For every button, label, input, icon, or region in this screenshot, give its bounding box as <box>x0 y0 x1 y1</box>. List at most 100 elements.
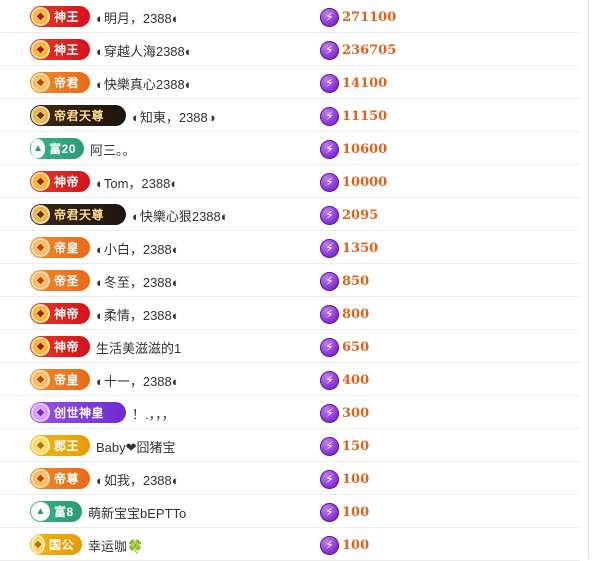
badge-label: 郡王 <box>54 439 80 453</box>
medal-icon: ▲ <box>31 139 46 158</box>
lightning-icon: ⚡ <box>320 172 339 192</box>
score: ⚡ 100 <box>320 534 369 556</box>
user-name[interactable]: 幸运咖🍀 <box>88 536 143 555</box>
list-item[interactable]: ◆ 神帝 ◐柔情，2388◐ ⚡ 800 <box>0 297 580 330</box>
list-item[interactable]: ◆ 国公 幸运咖🍀 ⚡ 100 <box>0 528 580 561</box>
level-badge: ◆ 帝君天尊 <box>30 204 126 225</box>
user-name[interactable]: ◐Tom，2388◐ <box>96 173 178 192</box>
score-value: 850 <box>342 273 370 289</box>
list-item[interactable]: ◆ 帝君 ◐快樂真心2388◐ ⚡ 14100 <box>0 66 580 99</box>
level-badge: ▲ 富8 <box>30 501 82 522</box>
list-item[interactable]: ◆ 神帝 生活美滋滋的1 ⚡ 650 <box>0 330 580 363</box>
user-name[interactable]: ◐柔情，2388◐ <box>96 305 180 324</box>
list-item[interactable]: ◆ 神王 ◐穿越人海2388◐ ⚡ 236705 <box>0 33 580 66</box>
score-value: 100 <box>342 504 370 520</box>
lightning-icon: ⚡ <box>320 7 339 27</box>
user-name[interactable]: ◐十一，2388◐ <box>96 371 180 390</box>
medal-icon: ◆ <box>31 205 50 224</box>
badge-label: 帝尊 <box>54 472 80 486</box>
score-value: 650 <box>342 339 370 355</box>
list-item[interactable]: ◆ 帝圣 ◐冬至，2388◐ ⚡ 850 <box>0 264 580 297</box>
user-name[interactable]: Baby❤囧猪宝 <box>96 437 176 456</box>
score: ⚡ 11150 <box>320 105 387 127</box>
level-badge: ▲ 富20 <box>30 138 84 159</box>
medal-icon: ◆ <box>31 403 50 422</box>
user-name[interactable]: ◐冬至，2388◐ <box>96 272 180 291</box>
list-item[interactable]: ◆ 郡王 Baby❤囧猪宝 ⚡ 150 <box>0 429 580 462</box>
user-name[interactable]: 萌新宝宝bEPTTo <box>88 503 186 522</box>
list-item[interactable]: ◆ 帝皇 ◐小白，2388◐ ⚡ 1350 <box>0 231 580 264</box>
list-item[interactable]: ▲ 富8 萌新宝宝bEPTTo ⚡ 100 <box>0 495 580 528</box>
score: ⚡ 650 <box>320 336 369 358</box>
user-name[interactable]: ！.，，， <box>132 404 175 423</box>
user-name[interactable]: ◐穿越人海2388◐ <box>96 41 193 60</box>
lightning-icon: ⚡ <box>320 535 339 555</box>
medal-icon: ◆ <box>31 535 45 554</box>
score-value: 271100 <box>342 9 397 25</box>
score-value: 10000 <box>342 174 388 190</box>
lightning-icon: ⚡ <box>320 139 339 159</box>
score: ⚡ 10600 <box>320 138 387 160</box>
badge-label: 神帝 <box>54 175 80 189</box>
score-value: 10600 <box>342 141 388 157</box>
badge-label: 帝君天尊 <box>54 208 105 222</box>
list-item[interactable]: ◆ 神王 ◐明月，2388◐ ⚡ 271100 <box>0 0 580 33</box>
medal-icon: ◆ <box>31 238 50 257</box>
score-value: 800 <box>342 306 370 322</box>
medal-icon: ◆ <box>31 370 50 389</box>
score: ⚡ 850 <box>320 270 369 292</box>
score: ⚡ 271100 <box>320 6 396 28</box>
lightning-icon: ⚡ <box>320 106 339 126</box>
score-value: 1350 <box>342 240 379 256</box>
level-badge: ◆ 帝皇 <box>30 369 90 390</box>
medal-icon: ◆ <box>31 304 50 323</box>
list-item[interactable]: ◆ 帝君天尊 ◐快樂心狠2388◐ ⚡ 2095 <box>0 198 580 231</box>
list-item[interactable]: ◆ 创世神皇 ！.，，， ⚡ 300 <box>0 396 580 429</box>
score: ⚡ 236705 <box>320 39 396 61</box>
badge-label: 帝君天尊 <box>54 109 105 123</box>
badge-label: 富20 <box>49 142 76 156</box>
list-item[interactable]: ◆ 帝君天尊 ◐知東，2388◑ ⚡ 11150 <box>0 99 580 132</box>
medal-icon: ▲ <box>31 502 50 521</box>
user-name[interactable]: 阿三。。 <box>90 140 136 159</box>
badge-label: 帝皇 <box>54 241 80 255</box>
score: ⚡ 800 <box>320 303 369 325</box>
level-badge: ◆ 帝皇 <box>30 237 90 258</box>
user-name[interactable]: 生活美滋滋的1 <box>96 338 181 357</box>
level-badge: ◆ 帝君 <box>30 72 90 93</box>
list-item[interactable]: ▲ 富20 阿三。。 ⚡ 10600 <box>0 132 580 165</box>
badge-label: 帝圣 <box>54 274 80 288</box>
badge-label: 富8 <box>54 505 74 519</box>
user-name[interactable]: ◐知東，2388◑ <box>132 107 216 126</box>
level-badge: ◆ 创世神皇 <box>30 402 126 423</box>
lightning-icon: ⚡ <box>320 205 339 225</box>
lightning-icon: ⚡ <box>320 370 339 390</box>
divider-line <box>588 0 589 558</box>
badge-label: 神王 <box>54 43 80 57</box>
level-badge: ◆ 郡王 <box>30 435 90 456</box>
medal-icon: ◆ <box>31 73 50 92</box>
ranking-list: ◆ 神王 ◐明月，2388◐ ⚡ 271100 ◆ 神王 ◐穿越人海2388◐ ⚡ 236705 ◆… <box>0 0 596 561</box>
level-badge: ◆ 帝君天尊 <box>30 105 126 126</box>
user-name[interactable]: ◐小白，2388◐ <box>96 239 180 258</box>
lightning-icon: ⚡ <box>320 73 339 93</box>
medal-icon: ◆ <box>31 172 50 191</box>
score-value: 236705 <box>342 42 397 58</box>
user-name[interactable]: ◐快樂心狠2388◐ <box>132 206 229 225</box>
lightning-icon: ⚡ <box>320 271 339 291</box>
user-name[interactable]: ◐如我，2388◐ <box>96 470 180 489</box>
badge-label: 神帝 <box>54 340 80 354</box>
score-value: 11150 <box>342 108 388 124</box>
user-name[interactable]: ◐明月，2388◐ <box>96 8 180 27</box>
score-value: 14100 <box>342 75 388 91</box>
medal-icon: ◆ <box>31 337 50 356</box>
medal-icon: ◆ <box>31 40 50 59</box>
list-item[interactable]: ◆ 帝皇 ◐十一，2388◐ ⚡ 400 <box>0 363 580 396</box>
level-badge: ◆ 帝尊 <box>30 468 90 489</box>
list-item[interactable]: ◆ 帝尊 ◐如我，2388◐ ⚡ 100 <box>0 462 580 495</box>
user-name[interactable]: ◐快樂真心2388◐ <box>96 74 193 93</box>
badge-label: 创世神皇 <box>54 406 105 420</box>
score-value: 2095 <box>342 207 379 223</box>
list-item[interactable]: ◆ 神帝 ◐Tom，2388◐ ⚡ 10000 <box>0 165 580 198</box>
score-value: 300 <box>342 405 370 421</box>
